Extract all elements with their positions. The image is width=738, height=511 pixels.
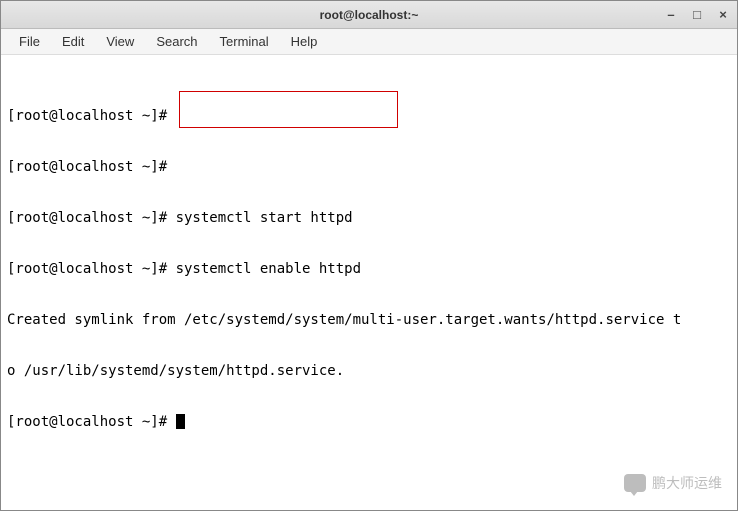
menu-edit[interactable]: Edit xyxy=(52,31,94,52)
window-controls: – □ × xyxy=(661,4,733,24)
terminal-line: o /usr/lib/systemd/system/httpd.service. xyxy=(7,363,731,380)
terminal-body[interactable]: [root@localhost ~]# [root@localhost ~]# … xyxy=(1,55,737,510)
titlebar[interactable]: root@localhost:~ – □ × xyxy=(1,1,737,29)
menu-help[interactable]: Help xyxy=(281,31,328,52)
menu-search[interactable]: Search xyxy=(146,31,207,52)
menu-view[interactable]: View xyxy=(96,31,144,52)
terminal-line-current: [root@localhost ~]# xyxy=(7,414,731,431)
terminal-line: Created symlink from /etc/systemd/system… xyxy=(7,312,731,329)
close-button[interactable]: × xyxy=(713,4,733,24)
terminal-line: [root@localhost ~]# systemctl start http… xyxy=(7,210,731,227)
menu-terminal[interactable]: Terminal xyxy=(210,31,279,52)
terminal-line: [root@localhost ~]# xyxy=(7,108,731,125)
menu-file[interactable]: File xyxy=(9,31,50,52)
window-title: root@localhost:~ xyxy=(320,8,419,22)
minimize-button[interactable]: – xyxy=(661,4,681,24)
prompt-text: [root@localhost ~]# xyxy=(7,414,176,430)
terminal-line: [root@localhost ~]# xyxy=(7,159,731,176)
maximize-button[interactable]: □ xyxy=(687,4,707,24)
cursor-icon xyxy=(176,414,185,429)
terminal-line: [root@localhost ~]# systemctl enable htt… xyxy=(7,261,731,278)
menubar: File Edit View Search Terminal Help xyxy=(1,29,737,55)
terminal-window: root@localhost:~ – □ × File Edit View Se… xyxy=(0,0,738,511)
